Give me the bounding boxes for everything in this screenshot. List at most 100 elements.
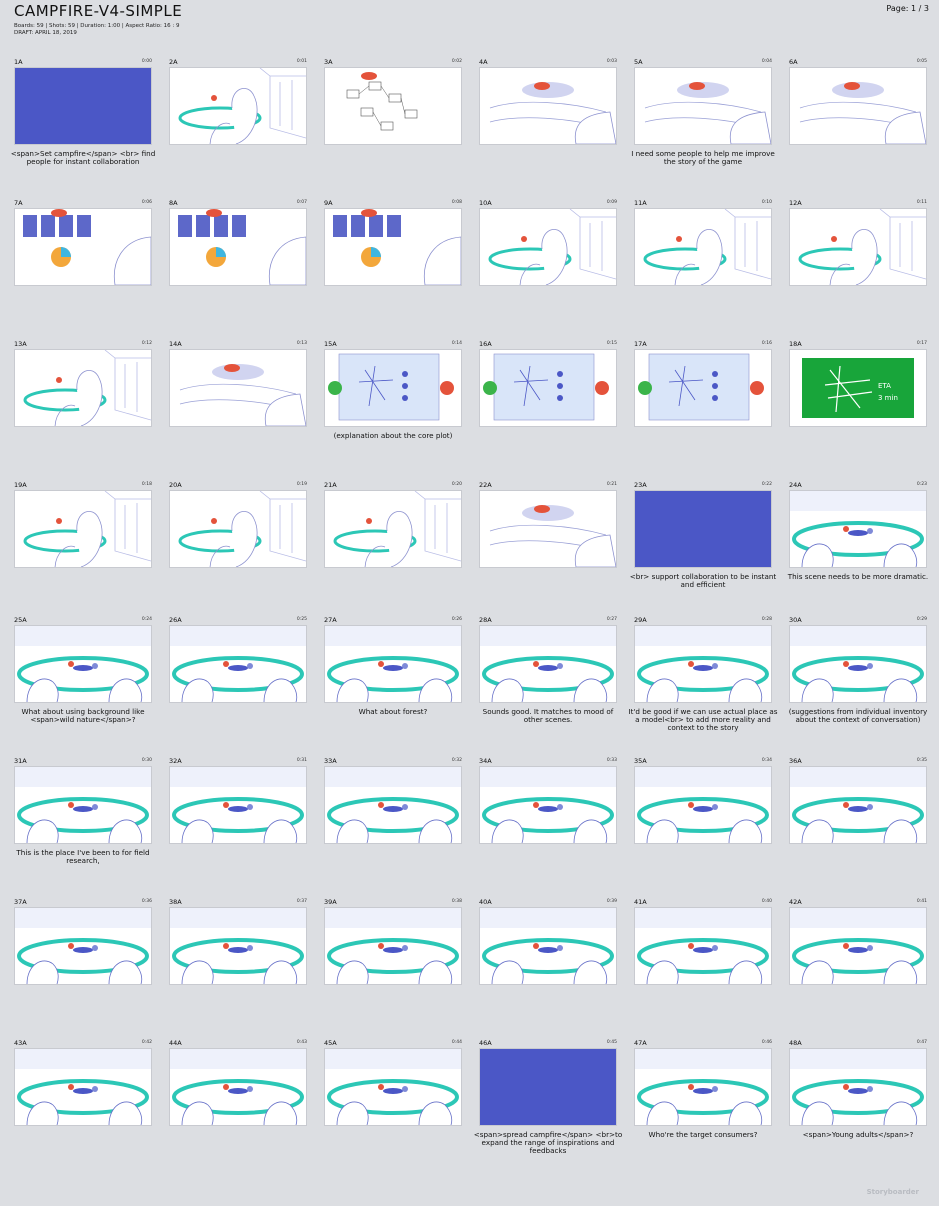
panel-thumbnail[interactable] bbox=[169, 625, 307, 703]
panel-thumbnail[interactable] bbox=[479, 907, 617, 985]
panel-thumbnail[interactable] bbox=[324, 1048, 462, 1126]
storyboard-panel[interactable]: 7A 0:06 bbox=[14, 199, 152, 291]
storyboard-panel[interactable]: 32A 0:31 bbox=[169, 757, 307, 849]
panel-thumbnail[interactable] bbox=[324, 766, 462, 844]
storyboard-panel[interactable]: 41A 0:40 bbox=[634, 898, 772, 990]
panel-thumbnail[interactable] bbox=[324, 67, 462, 145]
storyboard-panel[interactable]: 21A 0:20 bbox=[324, 481, 462, 573]
storyboard-panel[interactable]: 20A 0:19 bbox=[169, 481, 307, 573]
storyboard-panel[interactable]: 30A 0:29 (suggestions from individual inve… bbox=[789, 616, 928, 724]
panel-thumbnail[interactable] bbox=[324, 907, 462, 985]
storyboard-panel[interactable]: 6A 0:05 bbox=[789, 58, 927, 150]
storyboard-panel[interactable]: 5A 0:04 I need some people to help me impr… bbox=[631, 58, 775, 166]
panel-thumbnail[interactable] bbox=[14, 907, 152, 985]
storyboard-panel[interactable]: 36A 0:35 bbox=[789, 757, 927, 849]
panel-thumbnail[interactable] bbox=[479, 1048, 617, 1126]
panel-thumbnail[interactable] bbox=[634, 766, 772, 844]
storyboard-panel[interactable]: 45A 0:44 bbox=[324, 1039, 462, 1131]
storyboard-panel[interactable]: 13A 0:12 bbox=[14, 340, 152, 432]
panel-thumbnail[interactable] bbox=[789, 907, 927, 985]
storyboard-panel[interactable]: 37A 0:36 bbox=[14, 898, 152, 990]
storyboard-panel[interactable]: 35A 0:34 bbox=[634, 757, 772, 849]
panel-thumbnail[interactable] bbox=[324, 349, 462, 427]
panel-thumbnail[interactable] bbox=[479, 208, 617, 286]
storyboard-panel[interactable]: 10A 0:09 bbox=[479, 199, 617, 291]
storyboard-panel[interactable]: 28A 0:27 Sounds good. It matches to mood o… bbox=[479, 616, 617, 724]
storyboard-panel[interactable]: 33A 0:32 bbox=[324, 757, 462, 849]
storyboard-panel[interactable]: 48A 0:47 <span>Young adults</span>? bbox=[789, 1039, 927, 1139]
storyboard-panel[interactable]: 26A 0:25 bbox=[169, 616, 307, 708]
storyboard-panel[interactable]: 19A 0:18 bbox=[14, 481, 152, 573]
panel-thumbnail[interactable]: ETA 3 min bbox=[789, 349, 927, 427]
panel-thumbnail[interactable] bbox=[169, 490, 307, 568]
storyboard-panel[interactable]: 43A 0:42 bbox=[14, 1039, 152, 1131]
storyboard-panel[interactable]: 11A 0:10 bbox=[634, 199, 772, 291]
panel-thumbnail[interactable] bbox=[634, 349, 772, 427]
panel-thumbnail[interactable] bbox=[634, 490, 772, 568]
panel-thumbnail[interactable] bbox=[14, 490, 152, 568]
storyboard-panel[interactable]: 24A 0:23 This scene needs to be more drama… bbox=[788, 481, 928, 581]
panel-timecode: 0:04 bbox=[761, 59, 772, 64]
storyboard-panel[interactable]: 18A 0:17 ETA 3 min bbox=[789, 340, 927, 432]
panel-header: 8A 0:07 bbox=[169, 199, 307, 208]
panel-thumbnail[interactable] bbox=[634, 1048, 772, 1126]
storyboard-panel[interactable]: 12A 0:11 bbox=[789, 199, 927, 291]
storyboard-panel[interactable]: 34A 0:33 bbox=[479, 757, 617, 849]
storyboard-panel[interactable]: 22A 0:21 bbox=[479, 481, 617, 573]
panel-thumbnail[interactable] bbox=[634, 208, 772, 286]
panel-sketch bbox=[325, 908, 461, 984]
panel-thumbnail[interactable] bbox=[14, 1048, 152, 1126]
storyboard-panel[interactable]: 14A 0:13 bbox=[169, 340, 307, 432]
panel-thumbnail[interactable] bbox=[169, 67, 307, 145]
storyboard-panel[interactable]: 38A 0:37 bbox=[169, 898, 307, 990]
panel-thumbnail[interactable] bbox=[14, 625, 152, 703]
panel-thumbnail[interactable] bbox=[169, 766, 307, 844]
storyboard-panel[interactable]: 39A 0:38 bbox=[324, 898, 462, 990]
panel-thumbnail[interactable] bbox=[789, 208, 927, 286]
storyboard-panel[interactable]: 44A 0:43 bbox=[169, 1039, 307, 1131]
storyboard-panel[interactable]: 23A 0:22 <br> support collaboration to be … bbox=[630, 481, 777, 589]
panel-thumbnail[interactable] bbox=[479, 349, 617, 427]
storyboard-panel[interactable]: 27A 0:26 What about forest? bbox=[324, 616, 462, 716]
panel-thumbnail[interactable] bbox=[14, 766, 152, 844]
storyboard-panel[interactable]: 16A 0:15 bbox=[479, 340, 617, 432]
panel-thumbnail[interactable] bbox=[169, 907, 307, 985]
panel-thumbnail[interactable] bbox=[789, 490, 927, 568]
storyboard-panel[interactable]: 31A 0:30 This is the place I've been to fo… bbox=[14, 757, 152, 865]
panel-thumbnail[interactable] bbox=[789, 625, 927, 703]
panel-thumbnail[interactable] bbox=[169, 208, 307, 286]
storyboard-panel[interactable]: 47A 0:46 Who're the target consumers? bbox=[634, 1039, 772, 1139]
panel-thumbnail[interactable] bbox=[789, 766, 927, 844]
panel-thumbnail[interactable] bbox=[169, 1048, 307, 1126]
storyboard-panel[interactable]: 15A 0:14 (explanation about the core plot) bbox=[324, 340, 462, 440]
panel-thumbnail[interactable] bbox=[634, 625, 772, 703]
storyboard-panel[interactable]: 17A 0:16 bbox=[634, 340, 772, 432]
panel-thumbnail[interactable] bbox=[324, 208, 462, 286]
panel-thumbnail[interactable] bbox=[479, 625, 617, 703]
panel-thumbnail[interactable] bbox=[479, 490, 617, 568]
storyboard-panel[interactable]: 29A 0:28 It'd be good if we can use actual… bbox=[628, 616, 777, 732]
panel-thumbnail[interactable] bbox=[14, 208, 152, 286]
storyboard-panel[interactable]: 9A 0:08 bbox=[324, 199, 462, 291]
storyboard-panel[interactable]: 2A 0:01 bbox=[169, 58, 307, 150]
storyboard-panel[interactable]: 25A 0:24 What about using background like … bbox=[14, 616, 152, 724]
panel-thumbnail[interactable] bbox=[479, 67, 617, 145]
panel-thumbnail[interactable] bbox=[14, 67, 152, 145]
panel-thumbnail[interactable] bbox=[634, 67, 772, 145]
storyboard-panel[interactable]: 40A 0:39 bbox=[479, 898, 617, 990]
storyboard-panel[interactable]: 1A 0:00 <span>Set campfire</span> <br> fin… bbox=[11, 58, 156, 166]
storyboard-panel[interactable]: 42A 0:41 bbox=[789, 898, 927, 990]
storyboard-panel[interactable]: 8A 0:07 bbox=[169, 199, 307, 291]
panel-thumbnail[interactable] bbox=[324, 625, 462, 703]
panel-thumbnail[interactable] bbox=[324, 490, 462, 568]
panel-thumbnail[interactable] bbox=[634, 907, 772, 985]
storyboard-panel[interactable]: 46A 0:45 <span>spread campfire</span> <br>… bbox=[474, 1039, 623, 1155]
panel-timecode: 0:41 bbox=[916, 899, 927, 904]
panel-thumbnail[interactable] bbox=[14, 349, 152, 427]
storyboard-panel[interactable]: 4A 0:03 bbox=[479, 58, 617, 150]
panel-thumbnail[interactable] bbox=[789, 67, 927, 145]
panel-thumbnail[interactable] bbox=[789, 1048, 927, 1126]
panel-thumbnail[interactable] bbox=[169, 349, 307, 427]
panel-thumbnail[interactable] bbox=[479, 766, 617, 844]
storyboard-panel[interactable]: 3A 0:02 bbox=[324, 58, 462, 150]
